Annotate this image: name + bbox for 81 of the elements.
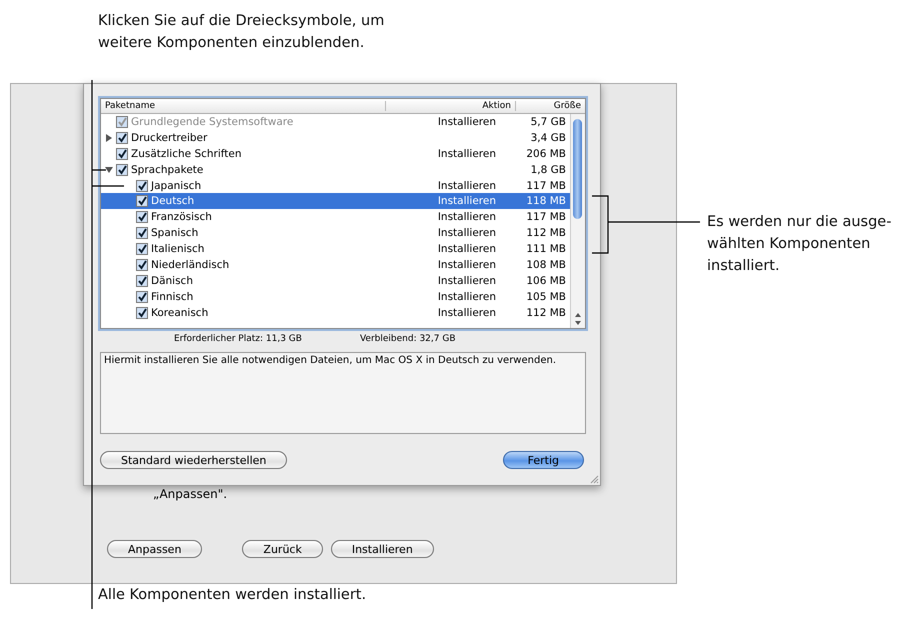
action-text: Installieren <box>438 243 496 256</box>
package-name: Sprachpakete <box>131 164 204 176</box>
size-text: 112 MB <box>526 306 566 319</box>
checkbox[interactable] <box>116 132 128 144</box>
checkbox[interactable] <box>136 258 148 271</box>
checkbox[interactable] <box>136 195 148 208</box>
column-header[interactable]: Aktion <box>385 101 515 111</box>
size-text: 5,7 GB <box>530 116 566 128</box>
package-name: Koreanisch <box>151 306 208 319</box>
package-name: Spanisch <box>151 227 198 240</box>
required-space-text: Erforderlicher Platz: 11,3 GB <box>174 334 302 344</box>
checkbox[interactable] <box>136 227 148 240</box>
action-text: Installieren <box>438 258 496 271</box>
table-row[interactable]: Italienisch Installieren 111 MB <box>101 241 570 258</box>
action-text: Installieren <box>438 274 496 287</box>
checkbox[interactable] <box>116 148 128 160</box>
table-row[interactable]: Sprachpakete 1,8 GB <box>101 162 570 178</box>
description-box: Hiermit installieren Sie alle notwendigen Dateien, um Mac OS X in Deutsch zu verwenden. <box>100 352 586 434</box>
size-text: 105 MB <box>526 290 566 303</box>
package-name: Grundlegende Systemsoftware <box>131 116 294 128</box>
table-row[interactable]: Deutsch Installieren 118 MB <box>101 193 570 210</box>
size-text: 112 MB <box>526 227 566 240</box>
action-text: Installieren <box>438 148 496 160</box>
action-text: Installieren <box>438 227 496 240</box>
package-name: Französisch <box>151 211 212 224</box>
package-name: Druckertreiber <box>131 132 208 144</box>
action-text: Installieren <box>438 195 496 208</box>
action-text: Installieren <box>438 306 496 319</box>
column-header[interactable]: Größe <box>515 101 585 111</box>
table-row[interactable]: Französisch Installieren 117 MB <box>101 209 570 226</box>
table-row[interactable]: Zusätzliche Schriften Installieren 206 MB <box>101 146 570 162</box>
size-text: 117 MB <box>526 180 566 192</box>
size-text: 3,4 GB <box>530 132 566 144</box>
package-name: Deutsch <box>151 195 194 208</box>
callout-text: Alle Komponenten werden installiert. <box>98 586 366 605</box>
table-row[interactable]: Spanisch Installieren 112 MB <box>101 225 570 242</box>
window-text: „Anpassen". <box>153 487 228 501</box>
table-row[interactable]: Koreanisch Installieren 112 MB <box>101 304 570 321</box>
window-button[interactable]: Installieren <box>330 540 434 558</box>
checkbox[interactable] <box>136 211 148 224</box>
callout-text: Klicken Sie auf die Dreiecksymbole, um weitere Komponenten einzublenden. <box>98 12 386 53</box>
table-row[interactable]: Dänisch Installieren 106 MB <box>101 272 570 289</box>
remaining-space-text: Verbleibend: 32,7 GB <box>360 334 456 344</box>
resize-grip-icon[interactable] <box>589 474 599 484</box>
table-row[interactable]: Druckertreiber 3,4 GB <box>101 130 570 146</box>
table-row[interactable]: Japanisch Installieren 117 MB <box>101 178 570 194</box>
size-text: 206 MB <box>526 148 566 160</box>
action-text: Installieren <box>438 290 496 303</box>
package-name: Italienisch <box>151 243 204 256</box>
checkbox[interactable] <box>136 290 148 303</box>
size-text: 117 MB <box>526 211 566 224</box>
action-text: Installieren <box>438 211 496 224</box>
size-text: 1,8 GB <box>530 164 566 176</box>
checkbox[interactable] <box>136 243 148 256</box>
package-name: Niederländisch <box>151 258 230 271</box>
checkbox[interactable] <box>136 180 148 192</box>
callout-text: Es werden nur die ausge-wählten Komponenten installiert. <box>707 213 892 276</box>
size-text: 106 MB <box>526 274 566 287</box>
scrollbar[interactable] <box>570 114 585 328</box>
action-text: Installieren <box>438 116 496 128</box>
size-text: 108 MB <box>526 258 566 271</box>
window-button[interactable]: Anpassen <box>107 540 202 558</box>
column-header[interactable]: Paketname <box>101 101 385 111</box>
action-text: Installieren <box>438 180 496 192</box>
package-name: Finnisch <box>151 290 194 303</box>
checkbox[interactable] <box>136 274 148 287</box>
triangle-down-icon[interactable] <box>105 166 113 174</box>
triangle-right-icon[interactable] <box>105 134 113 142</box>
checkbox[interactable] <box>116 164 128 176</box>
restore-defaults-button[interactable]: Standard wiederherstellen <box>100 451 288 469</box>
table-row[interactable]: Niederländisch Installieren 108 MB <box>101 257 570 273</box>
size-text: 118 MB <box>526 195 566 208</box>
package-name: Japanisch <box>151 180 202 192</box>
done-button[interactable]: Fertig <box>502 451 584 469</box>
package-name: Zusätzliche Schriften <box>131 148 242 160</box>
window-button[interactable]: Zurück <box>242 540 323 558</box>
table-row[interactable]: Finnisch Installieren 105 MB <box>101 288 570 305</box>
checkbox[interactable] <box>136 306 148 319</box>
scroll-arrows-icon[interactable] <box>574 311 582 327</box>
size-text: 111 MB <box>526 243 566 256</box>
package-name: Dänisch <box>151 274 193 287</box>
